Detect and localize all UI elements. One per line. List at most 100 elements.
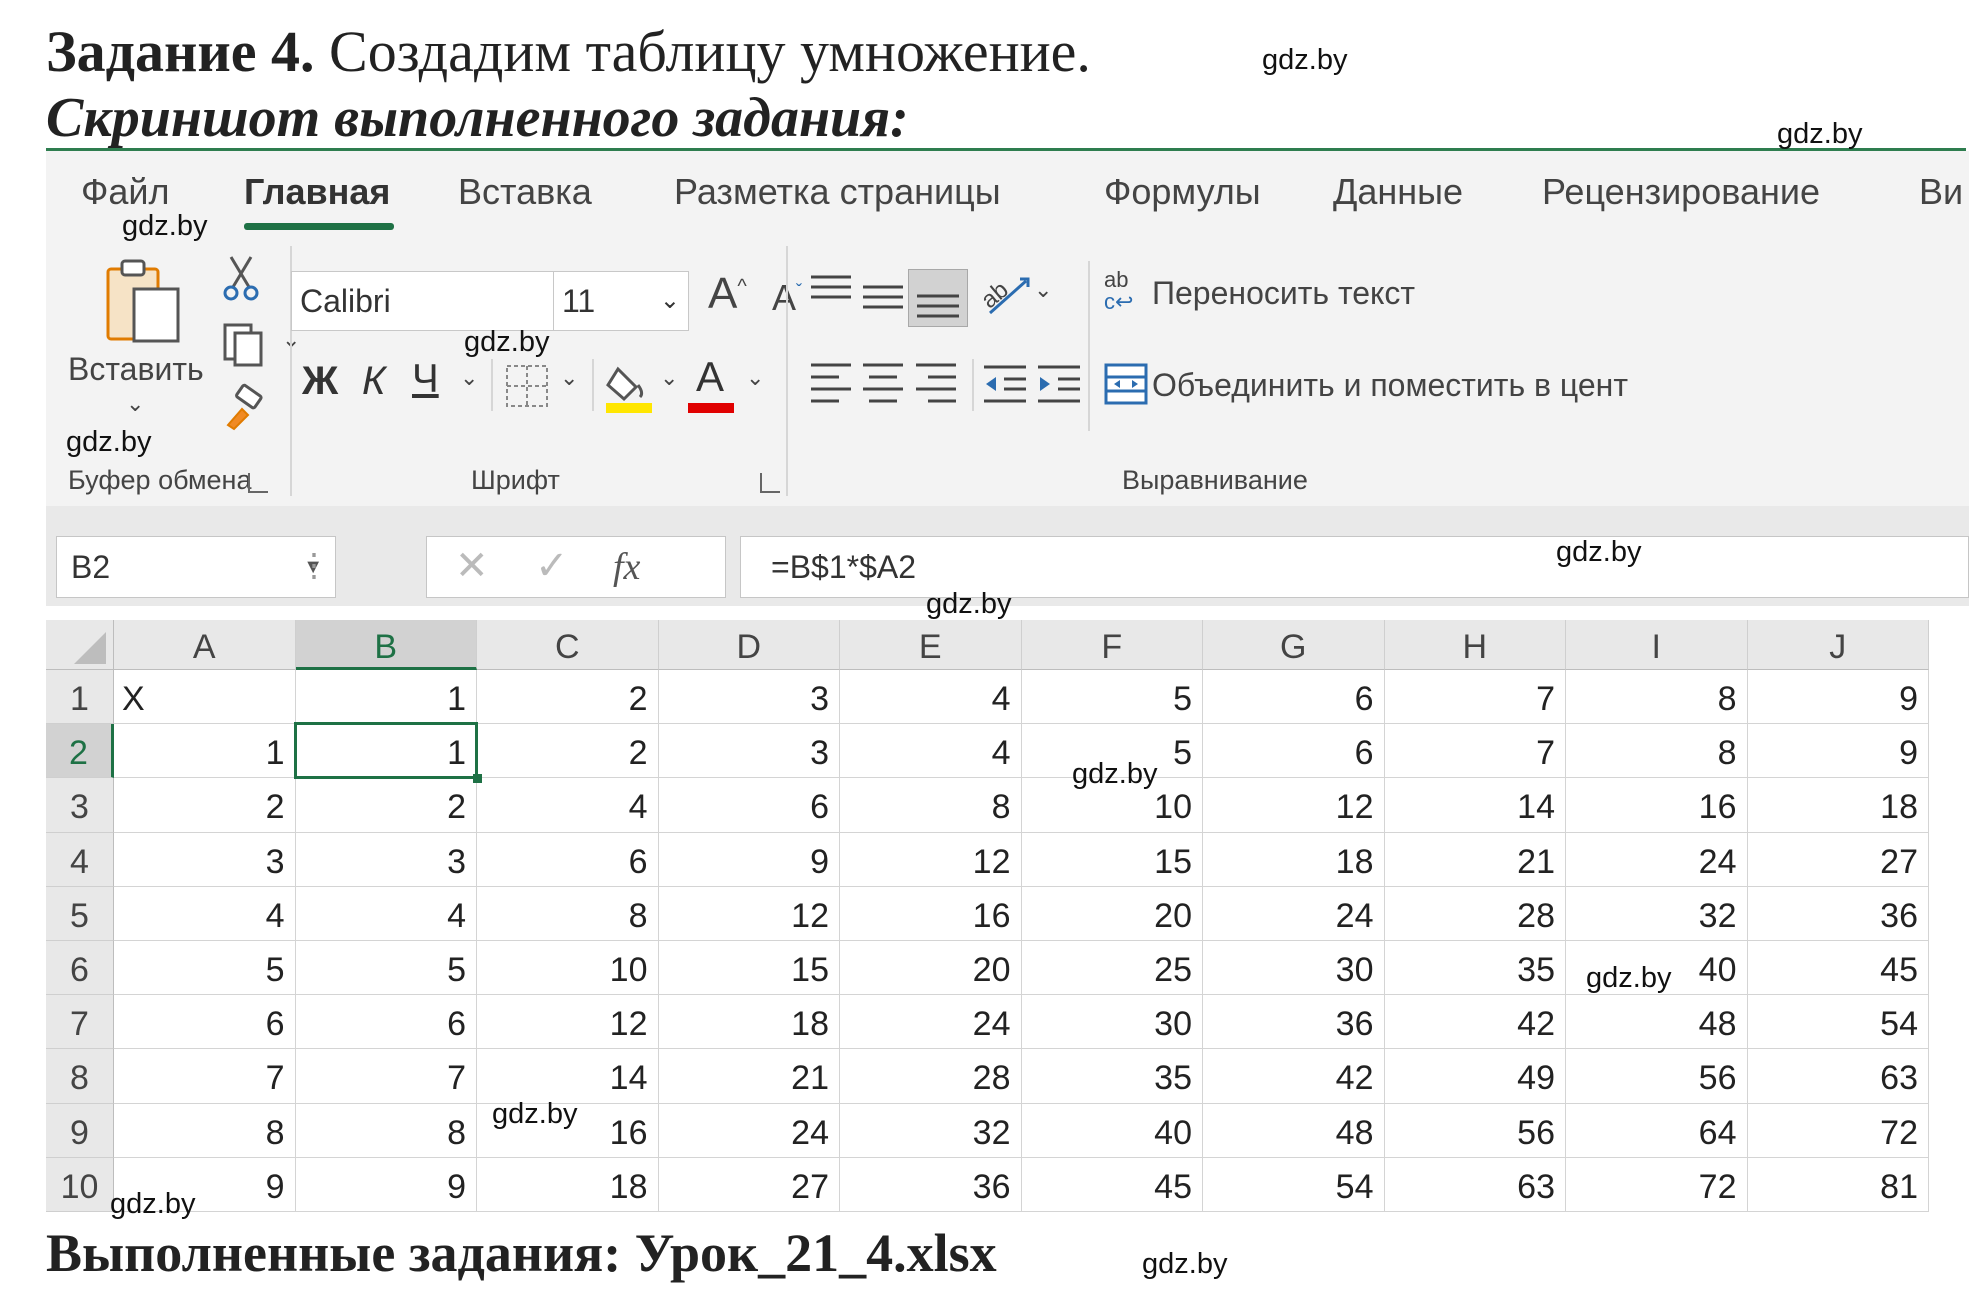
align-bottom-button[interactable] xyxy=(908,269,968,327)
align-middle-icon[interactable] xyxy=(861,277,905,322)
row-header-1[interactable]: 1 xyxy=(46,670,114,725)
row-header-6[interactable]: 6 xyxy=(46,941,114,996)
cell-j7[interactable]: 54 xyxy=(1747,995,1929,1050)
cell-c1[interactable]: 2 xyxy=(477,670,659,725)
cell-d5[interactable]: 12 xyxy=(658,886,840,941)
cell-b4[interactable]: 3 xyxy=(295,832,477,887)
cell-j6[interactable]: 45 xyxy=(1747,941,1929,996)
cell-d8[interactable]: 21 xyxy=(658,1049,840,1104)
tab-formulas[interactable]: Формулы xyxy=(1104,171,1261,213)
cell-a7[interactable]: 6 xyxy=(114,995,296,1050)
formula-input[interactable]: =B$1*$A2 xyxy=(740,536,1969,598)
cell-g8[interactable]: 42 xyxy=(1203,1049,1385,1104)
cell-h3[interactable]: 14 xyxy=(1384,778,1566,833)
cell-c8[interactable]: 14 xyxy=(477,1049,659,1104)
cell-g9[interactable]: 48 xyxy=(1203,1103,1385,1158)
cell-a3[interactable]: 2 xyxy=(114,778,296,833)
cell-e4[interactable]: 12 xyxy=(840,832,1022,887)
cell-a1[interactable]: X xyxy=(114,670,296,725)
borders-icon[interactable] xyxy=(504,363,550,414)
align-left-icon[interactable] xyxy=(809,359,853,412)
row-header-8[interactable]: 8 xyxy=(46,1049,114,1104)
cell-i8[interactable]: 56 xyxy=(1566,1049,1748,1104)
tab-data[interactable]: Данные xyxy=(1333,171,1463,213)
cell-d3[interactable]: 6 xyxy=(658,778,840,833)
cell-j1[interactable]: 9 xyxy=(1747,670,1929,725)
cell-j9[interactable]: 72 xyxy=(1747,1103,1929,1158)
paste-label[interactable]: Вставить xyxy=(68,351,204,388)
cell-d10[interactable]: 27 xyxy=(658,1157,840,1212)
row-header-2[interactable]: 2 xyxy=(46,724,114,779)
column-header-j[interactable]: J xyxy=(1747,620,1929,670)
cell-j8[interactable]: 63 xyxy=(1747,1049,1929,1104)
cell-f7[interactable]: 30 xyxy=(1021,995,1203,1050)
cell-b1[interactable]: 1 xyxy=(295,670,477,725)
orientation-icon[interactable]: ab xyxy=(976,269,1034,324)
select-all-corner[interactable] xyxy=(46,620,114,670)
fill-color-icon[interactable] xyxy=(604,361,654,420)
underline-button[interactable]: Ч xyxy=(412,357,439,402)
row-header-4[interactable]: 4 xyxy=(46,832,114,887)
cell-i2[interactable]: 8 xyxy=(1566,724,1748,779)
cell-b5[interactable]: 4 xyxy=(295,886,477,941)
paste-icon[interactable] xyxy=(104,259,184,349)
row-header-3[interactable]: 3 xyxy=(46,778,114,833)
column-header-e[interactable]: E xyxy=(840,620,1022,670)
name-box[interactable]: B2 ▼ xyxy=(56,536,336,598)
font-color-icon[interactable]: A xyxy=(688,353,738,415)
cell-f10[interactable]: 45 xyxy=(1021,1157,1203,1212)
column-header-h[interactable]: H xyxy=(1384,620,1566,670)
font-color-chevron-icon[interactable]: ⌄ xyxy=(746,365,764,391)
align-right-icon[interactable] xyxy=(914,359,958,412)
tab-page-layout[interactable]: Разметка страницы xyxy=(674,171,1001,213)
italic-button[interactable]: К xyxy=(362,359,386,404)
cancel-icon[interactable]: ✕ xyxy=(455,543,489,589)
cell-h9[interactable]: 56 xyxy=(1384,1103,1566,1158)
cell-c6[interactable]: 10 xyxy=(477,941,659,996)
fill-color-chevron-icon[interactable]: ⌄ xyxy=(660,365,678,391)
tab-home[interactable]: Главная xyxy=(244,171,390,213)
cell-d9[interactable]: 24 xyxy=(658,1103,840,1158)
align-center-icon[interactable] xyxy=(861,359,905,412)
paste-chevron-icon[interactable]: ⌄ xyxy=(126,391,144,417)
cell-g10[interactable]: 54 xyxy=(1203,1157,1385,1212)
insert-function-icon[interactable]: fx xyxy=(613,545,640,589)
cell-g2[interactable]: 6 xyxy=(1203,724,1385,779)
cell-g1[interactable]: 6 xyxy=(1203,670,1385,725)
cell-e2[interactable]: 4 xyxy=(840,724,1022,779)
cell-h7[interactable]: 42 xyxy=(1384,995,1566,1050)
cell-g6[interactable]: 30 xyxy=(1203,941,1385,996)
fill-handle[interactable] xyxy=(473,774,482,784)
tab-view[interactable]: Ви xyxy=(1919,171,1963,213)
cell-c4[interactable]: 6 xyxy=(477,832,659,887)
clipboard-launcher-icon[interactable] xyxy=(248,473,268,493)
font-launcher-icon[interactable] xyxy=(760,473,780,493)
cell-d7[interactable]: 18 xyxy=(658,995,840,1050)
cell-i7[interactable]: 48 xyxy=(1566,995,1748,1050)
cell-b10[interactable]: 9 xyxy=(295,1157,477,1212)
tab-file[interactable]: Файл xyxy=(81,171,170,213)
cell-e10[interactable]: 36 xyxy=(840,1157,1022,1212)
cell-h6[interactable]: 35 xyxy=(1384,941,1566,996)
cell-e6[interactable]: 20 xyxy=(840,941,1022,996)
cell-e5[interactable]: 16 xyxy=(840,886,1022,941)
cell-d1[interactable]: 3 xyxy=(658,670,840,725)
cell-j3[interactable]: 18 xyxy=(1747,778,1929,833)
cell-h5[interactable]: 28 xyxy=(1384,886,1566,941)
cell-h4[interactable]: 21 xyxy=(1384,832,1566,887)
underline-chevron-icon[interactable]: ⌄ xyxy=(460,365,478,391)
cell-c5[interactable]: 8 xyxy=(477,886,659,941)
row-header-5[interactable]: 5 xyxy=(46,886,114,941)
cell-d4[interactable]: 9 xyxy=(658,832,840,887)
cell-b6[interactable]: 5 xyxy=(295,941,477,996)
row-header-7[interactable]: 7 xyxy=(46,995,114,1050)
cell-b9[interactable]: 8 xyxy=(295,1103,477,1158)
cell-g5[interactable]: 24 xyxy=(1203,886,1385,941)
cell-a2[interactable]: 1 xyxy=(114,724,296,779)
cut-icon[interactable] xyxy=(221,253,261,308)
cell-i4[interactable]: 24 xyxy=(1566,832,1748,887)
cell-a6[interactable]: 5 xyxy=(114,941,296,996)
cell-b7[interactable]: 6 xyxy=(295,995,477,1050)
cell-c7[interactable]: 12 xyxy=(477,995,659,1050)
column-header-a[interactable]: A xyxy=(114,620,296,670)
